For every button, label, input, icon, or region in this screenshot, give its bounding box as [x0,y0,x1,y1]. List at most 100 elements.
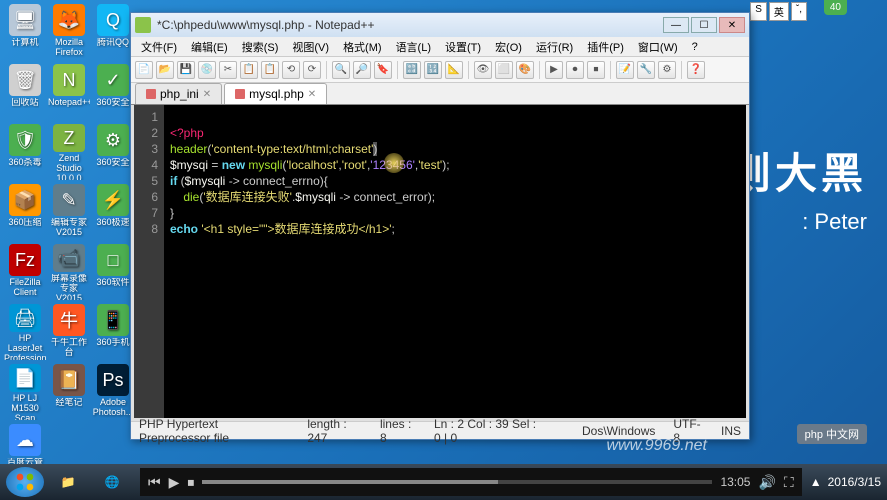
toolbar-button[interactable]: 🔖 [374,61,392,79]
toolbar-button[interactable]: 💿 [198,61,216,79]
play-button[interactable]: ▶ [169,474,180,491]
desktop-icon[interactable]: ⚙360安全 [92,124,134,180]
desktop-icon[interactable]: 🦊Mozilla Firefox [48,4,90,60]
desktop-icon[interactable]: Q腾讯QQ [92,4,134,60]
menu-item[interactable]: 运行(R) [530,37,579,57]
file-tab[interactable]: php_ini✕ [135,83,222,104]
desktop-icon[interactable]: ✓360安全 [92,64,134,120]
menu-item[interactable]: 插件(P) [581,37,630,57]
start-button[interactable] [6,467,44,497]
toolbar-button[interactable]: ✂ [219,61,237,79]
app-icon: N [53,64,85,96]
menu-item[interactable]: 编辑(E) [185,37,234,57]
icon-label: 360杀毒 [8,158,41,168]
toolbar-button[interactable]: 🔍 [332,61,350,79]
menu-item[interactable]: ? [686,39,704,55]
progress-bar[interactable] [202,480,712,484]
icon-label: 360安全 [96,98,129,108]
icon-label: 屏幕录像专家 V2015 [48,274,90,300]
toolbar-button[interactable]: 👁 [474,61,492,79]
toolbar-button[interactable]: ⚙ [658,61,676,79]
toolbar-button[interactable]: 🔧 [637,61,655,79]
code-token: 'content-type:text/html;charset' [211,142,373,156]
menu-item[interactable]: 语言(L) [390,37,437,57]
toolbar-button[interactable]: 🔢 [424,61,442,79]
desktop-icon[interactable]: 📱360手机 [92,304,134,360]
minimize-button[interactable]: — [663,17,689,33]
desktop-icon[interactable]: 🗑回收站 [4,64,46,120]
status-eol: Dos\Windows [582,424,655,438]
toolbar-button[interactable]: ⟳ [303,61,321,79]
menu-item[interactable]: 宏(O) [489,37,528,57]
taskbar-item[interactable]: 🌐 [92,468,132,496]
toolbar-button[interactable]: 📋 [240,61,258,79]
taskbar[interactable]: 📁 🌐 ⏮ ▶ ⏹ 13:05 🔊 ⛶ ▲ 2016/3/15 [0,464,887,500]
ime-a[interactable]: S [750,2,767,21]
volume-icon[interactable]: 🔊 [758,474,775,491]
toolbar[interactable]: 📄📂💾💿✂📋📋⟲⟳🔍🔎🔖🔡🔢📐👁⬜🎨▶⏺⏹📝🔧⚙❓ [131,57,749,83]
toolbar-button[interactable]: ❓ [687,61,705,79]
menu-item[interactable]: 窗口(W) [632,37,684,57]
desktop-icon[interactable]: FzFileZilla Client [4,244,46,300]
menu-item[interactable]: 搜索(S) [236,37,285,57]
desktop-icon[interactable]: PsAdobe Photosh... [92,364,134,420]
tray-icon[interactable]: ▲ [810,475,822,489]
menu-item[interactable]: 文件(F) [135,37,183,57]
desktop-icon[interactable]: 📦360压缩 [4,184,46,240]
line-number: 8 [134,221,158,237]
close-button[interactable]: ✕ [719,17,745,33]
toolbar-button[interactable]: 🔡 [403,61,421,79]
close-tab-icon[interactable]: ✕ [308,89,316,100]
code-area[interactable]: <?php header('content-type:text/html;cha… [164,105,746,418]
toolbar-button[interactable]: ⟲ [282,61,300,79]
maximize-button[interactable]: ☐ [691,17,717,33]
desktop-icon[interactable]: 📹屏幕录像专家 V2015 [48,244,90,300]
windows-icon [15,472,35,492]
desktop-icon[interactable]: N Notepad++ [48,64,90,120]
icon-label: Notepad++ [48,98,90,108]
toolbar-button[interactable]: 💾 [177,61,195,79]
desktop-icon[interactable]: 🛡360杀毒 [4,124,46,180]
menu-item[interactable]: 设置(T) [439,37,487,57]
menu-item[interactable]: 格式(M) [337,37,388,57]
file-tab[interactable]: mysql.php✕ [224,83,327,104]
desktop-icon[interactable]: ⚡360极速 [92,184,134,240]
ime-b[interactable]: 英 [769,2,789,21]
desktop-icon[interactable]: 🖥计算机 [4,4,46,60]
desktop-icon[interactable]: 📔经笔记 [48,364,90,420]
toolbar-button[interactable]: 📐 [445,61,463,79]
desktop-icon[interactable]: ✎编辑专家 V2015 [48,184,90,240]
desktop-icon[interactable]: 🖨HP LaserJet Profession... [4,304,46,360]
menu-item[interactable]: 视图(V) [286,37,335,57]
ime-c[interactable]: ˇ, [791,2,807,21]
desktop-icon[interactable]: ZZend Studio 10.0.0 [48,124,90,180]
desktop-icon[interactable]: 牛千牛工作台 [48,304,90,360]
close-tab-icon[interactable]: ✕ [203,89,211,100]
toolbar-button[interactable]: 🎨 [516,61,534,79]
stop-button[interactable]: ⏹ [187,474,194,491]
desktop-icon[interactable]: 📄HP LJ M1530 Scan [4,364,46,420]
notification-badge[interactable]: 40 [824,0,847,15]
toolbar-button[interactable]: 📝 [616,61,634,79]
toolbar-button[interactable]: ⏹ [587,61,605,79]
desktop-icon[interactable]: □360软件 [92,244,134,300]
menubar[interactable]: 文件(F)编辑(E)搜索(S)视图(V)格式(M)语言(L)设置(T)宏(O)运… [131,37,749,57]
toolbar-button[interactable]: ⏺ [566,61,584,79]
system-tray[interactable]: ▲ 2016/3/15 [810,475,881,489]
toolbar-button[interactable]: ▶ [545,61,563,79]
app-icon: Ps [97,364,129,396]
taskbar-item[interactable]: 📁 [48,468,88,496]
editor[interactable]: 12345678 <?php header('content-type:text… [131,105,749,421]
tab-bar[interactable]: php_ini✕mysql.php✕ [131,83,749,105]
toolbar-button[interactable]: ⬜ [495,61,513,79]
toolbar-button[interactable]: 🔎 [353,61,371,79]
toolbar-button[interactable]: 📂 [156,61,174,79]
media-player[interactable]: ⏮ ▶ ⏹ 13:05 🔊 ⛶ [140,468,802,496]
toolbar-button[interactable]: 📄 [135,61,153,79]
fullscreen-button[interactable]: ⛶ [784,474,794,491]
titlebar[interactable]: *C:\phpedu\www\mysql.php - Notepad++ — ☐… [131,13,749,37]
ime-bar[interactable]: S 英 ˇ, [750,2,807,21]
phpcn-badge[interactable]: php 中文网 [797,424,867,444]
toolbar-button[interactable]: 📋 [261,61,279,79]
prev-button[interactable]: ⏮ [148,474,161,491]
